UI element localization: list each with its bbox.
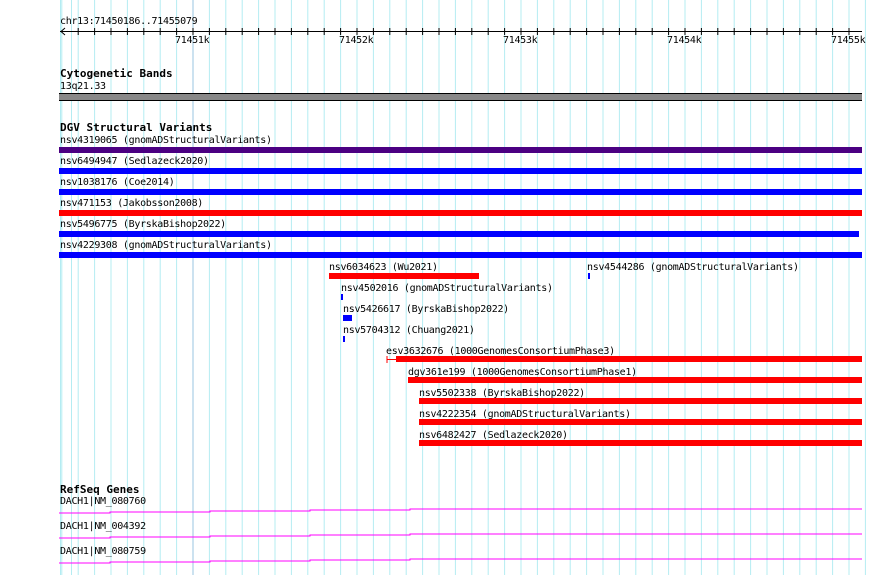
variant-bar[interactable] [59,189,862,195]
variant-bar[interactable] [59,252,862,258]
ruler-tick-label: 71455k [831,35,866,46]
variant-bar[interactable] [343,336,345,342]
variant-label: nsv6034623 (Wu2021) [329,262,438,273]
gene-label: DACH1|NM_004392 [60,521,146,532]
variant-label: nsv4229308 (gnomADStructuralVariants) [60,240,272,251]
variant-bar[interactable] [59,231,859,237]
variant-bar[interactable] [408,377,862,383]
variant-bar[interactable] [419,440,862,446]
variant-bar[interactable] [329,273,479,279]
ruler-tick-label: 71453k [503,35,538,46]
variant-label: nsv6494947 (Sedlazeck2020) [60,156,209,167]
variant-bar[interactable] [59,168,862,174]
ruler-tick-label: 71454k [667,35,702,46]
variant-bar[interactable] [343,315,352,321]
variant-label: nsv5496775 (ByrskaBishop2022) [60,219,226,230]
variant-label: nsv4544286 (gnomADStructuralVariants) [587,262,799,273]
cytoband-bar[interactable] [59,93,862,101]
ruler-tick-label: 71451k [175,35,210,46]
ruler-location: chr13:71450186..71455079 [60,16,198,27]
cytoband-label: 13q21.33 [60,81,106,92]
gene-label: DACH1|NM_080760 [60,496,146,507]
gene-line [59,558,862,564]
gene-label: DACH1|NM_080759 [60,546,146,557]
variant-label: nsv4502016 (gnomADStructuralVariants) [341,283,553,294]
variant-label: nsv1038176 (Coe2014) [60,177,175,188]
gene-line [59,508,862,514]
variant-label: nsv471153 (Jakobsson2008) [60,198,204,209]
variant-label: nsv5426617 (ByrskaBishop2022) [343,304,509,315]
variant-label: nsv4319065 (gnomADStructuralVariants) [60,135,272,146]
ruler-tick-label: 71452k [339,35,374,46]
variant-bar[interactable] [419,419,862,425]
gene-line [59,533,862,539]
track-title-refseq: RefSeq Genes [60,483,140,496]
variant-bar[interactable] [396,356,862,362]
track-title-cytobands: Cytogenetic Bands [60,67,173,80]
variant-label: nsv5704312 (Chuang2021) [343,325,475,336]
variant-bar[interactable] [419,398,862,404]
variant-bar[interactable] [588,273,590,279]
variant-bar[interactable] [341,294,343,300]
track-title-dgv: DGV Structural Variants [60,121,213,134]
variant-bar[interactable] [59,147,862,153]
variant-bar[interactable] [59,210,862,216]
